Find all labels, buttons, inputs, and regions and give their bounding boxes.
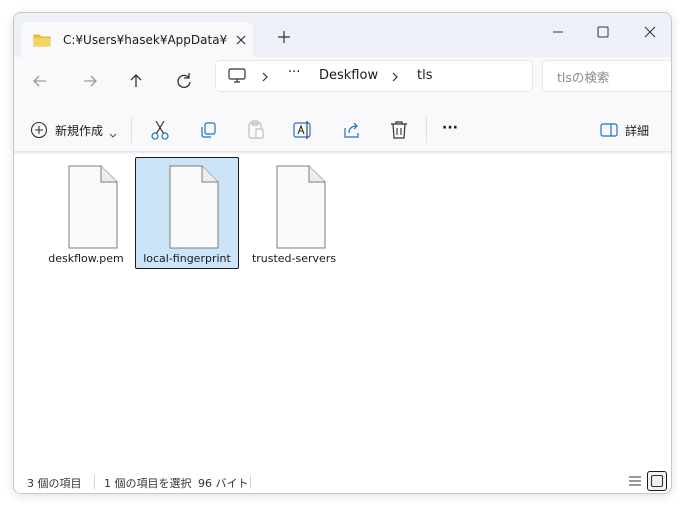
- title-bar: C:¥Users¥hasek¥AppData¥Loc: [14, 13, 671, 58]
- new-button-label: 新規作成: [55, 124, 104, 138]
- file-item-deskflow-pem[interactable]: deskflow.pem: [34, 157, 138, 269]
- file-item-trusted-servers[interactable]: trusted-servers: [242, 157, 346, 269]
- status-selected-size: 96 バイト: [198, 477, 249, 490]
- maximize-icon[interactable]: [588, 19, 618, 45]
- chevron-right-icon[interactable]: [390, 69, 400, 88]
- document-icon: [68, 165, 118, 249]
- back-arrow-icon[interactable]: [26, 67, 54, 95]
- minimize-icon[interactable]: [543, 19, 573, 45]
- copy-icon[interactable]: [197, 116, 219, 144]
- paste-icon[interactable]: [245, 116, 267, 144]
- address-segment-tls[interactable]: tls: [417, 68, 432, 83]
- cut-icon[interactable]: [149, 116, 171, 144]
- large-icons-view-icon[interactable]: [647, 471, 667, 491]
- details-pane-icon: [600, 122, 618, 142]
- content-top-edge: [14, 152, 671, 155]
- file-item-local-fingerprint[interactable]: local-fingerprint: [135, 157, 239, 269]
- monitor-icon: [228, 68, 246, 88]
- status-divider: [94, 475, 95, 489]
- file-name: deskflow.pem: [48, 252, 124, 265]
- rename-icon[interactable]: [292, 116, 314, 144]
- delete-icon[interactable]: [388, 116, 410, 144]
- refresh-icon[interactable]: [170, 67, 198, 95]
- status-bar: 3 個の項目 1 個の項目を選択 96 バイト: [14, 469, 671, 493]
- search-input[interactable]: [555, 67, 669, 87]
- address-bar[interactable]: ··· Deskflow tls: [215, 60, 533, 92]
- search-box[interactable]: [542, 60, 671, 92]
- forward-arrow-icon[interactable]: [76, 67, 104, 95]
- details-button[interactable]: 詳細: [600, 116, 660, 144]
- list-view-icon[interactable]: [625, 471, 645, 491]
- tab-close-icon[interactable]: [231, 30, 251, 50]
- explorer-window: C:¥Users¥hasek¥AppData¥Loc: [13, 12, 672, 494]
- more-options-icon[interactable]: ···: [442, 120, 462, 148]
- file-view: deskflow.pem local-fingerprint trusted-s…: [14, 152, 671, 461]
- details-button-label: 詳細: [625, 124, 650, 138]
- new-button[interactable]: 新規作成: [28, 116, 120, 144]
- status-divider: [250, 475, 251, 489]
- status-item-count: 3 個の項目: [27, 477, 82, 490]
- up-arrow-icon[interactable]: [122, 67, 150, 95]
- file-name: trusted-servers: [251, 252, 337, 265]
- document-icon: [276, 165, 326, 249]
- tab-title: C:¥Users¥hasek¥AppData¥Loc: [63, 33, 227, 47]
- document-icon: [169, 165, 219, 249]
- address-overflow[interactable]: ···: [288, 65, 300, 80]
- toolbar-divider: [131, 117, 132, 143]
- chevron-down-icon: [108, 125, 118, 144]
- address-segment-deskflow[interactable]: Deskflow: [319, 68, 378, 83]
- toolbar-divider: [426, 117, 427, 143]
- close-window-icon[interactable]: [635, 19, 665, 45]
- file-name: local-fingerprint: [143, 252, 231, 265]
- status-selected-count: 1 個の項目を選択: [104, 477, 192, 490]
- tab-current[interactable]: C:¥Users¥hasek¥AppData¥Loc: [21, 22, 253, 58]
- command-bar: 新規作成 ··· 詳細: [14, 109, 671, 152]
- share-icon[interactable]: [341, 116, 363, 144]
- folder-icon: [33, 32, 51, 51]
- new-tab-icon[interactable]: [274, 27, 294, 47]
- navigation-bar: ··· Deskflow tls: [14, 57, 671, 109]
- chevron-right-icon[interactable]: [260, 69, 270, 88]
- plus-circle-icon: [30, 121, 48, 143]
